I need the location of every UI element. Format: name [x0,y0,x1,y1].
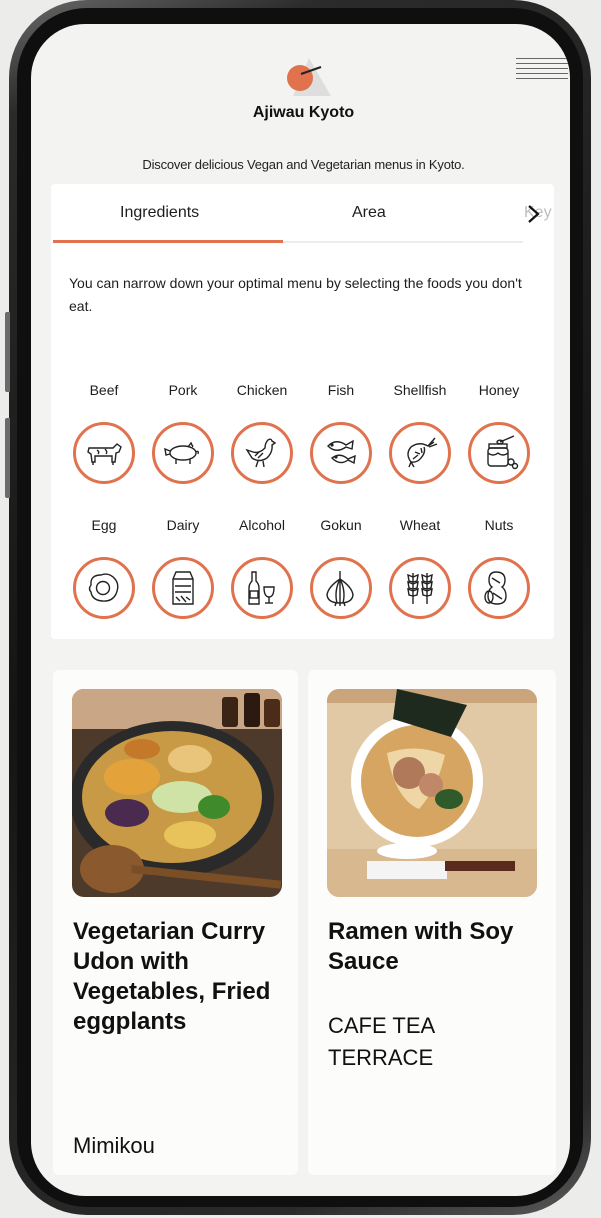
app-logo-icon [287,58,331,96]
filter-toggle[interactable] [231,557,293,619]
tab-bar: Ingredients Area Key [51,184,554,244]
filter-toggle[interactable] [152,557,214,619]
filter-label: Honey [478,382,520,398]
filter-fish[interactable]: Fish [304,382,378,502]
tab-ingredients[interactable]: Ingredients [120,204,199,222]
filter-toggle[interactable] [389,557,451,619]
filter-toggle[interactable] [468,557,530,619]
filter-label: Dairy [166,517,200,533]
wheat-icon [407,573,433,604]
restaurant-name: Mimikou [73,1133,155,1158]
filter-alcohol[interactable]: Alcohol [225,517,299,637]
volume-up-button [5,312,10,392]
filter-dairy[interactable]: Dairy [146,517,220,637]
filter-label: Egg [91,517,117,533]
filter-beef[interactable]: Beef [67,382,141,502]
restaurant-name: CAFE TEA TERRACE [328,1013,434,1070]
filter-label: Wheat [399,517,441,533]
filter-label: Pork [168,382,198,398]
filter-label: Alcohol [239,517,285,533]
filter-label: Gokun [320,517,362,533]
menu-card-ramen[interactable]: Ramen with Soy Sauce CAFE TEA TERRACE [308,670,556,1175]
filter-label: Shellfish [393,382,447,398]
cow-icon [87,443,122,465]
filter-toggle[interactable] [73,422,135,484]
menu-title: Ramen with Soy Sauce [328,918,514,975]
tab-active-indicator [53,240,283,243]
app-screen: Ajiwau Kyoto Discover delicious Vegan an… [31,24,570,1196]
filter-nuts[interactable]: Nuts [462,517,536,637]
tab-area[interactable]: Area [352,204,386,222]
tagline: Discover delicious Vegan and Vegetarian … [142,157,465,172]
filter-honey[interactable]: Honey [462,382,536,502]
filter-panel: Ingredients Area Key You can narrow down… [51,184,554,639]
hamburger-menu-icon[interactable] [516,58,568,88]
filter-toggle[interactable] [73,557,135,619]
filter-toggle[interactable] [310,422,372,484]
fried-egg-icon [88,573,119,602]
filter-toggle[interactable] [310,557,372,619]
filter-description: You can narrow down your optimal menu by… [69,275,522,314]
filter-label: Nuts [484,517,514,533]
filter-label: Beef [89,382,119,398]
filter-toggle[interactable] [152,422,214,484]
honey-jar-icon [487,435,519,470]
menu-card-curry-udon[interactable]: Vegetarian Curry Udon with Vegetables, F… [53,670,298,1175]
filter-egg[interactable]: Egg [67,517,141,637]
pig-icon [164,441,199,464]
filter-gokun[interactable]: Gokun [304,517,378,637]
curry-udon-photo [72,689,282,897]
filter-toggle[interactable] [468,422,530,484]
filter-toggle[interactable] [231,422,293,484]
filter-chicken[interactable]: Chicken [225,382,299,502]
filter-label: Chicken [236,382,288,398]
garlic-icon [326,571,354,607]
chicken-icon [245,438,277,468]
filter-toggle[interactable] [389,422,451,484]
ramen-photo [327,689,537,897]
filter-label: Fish [327,382,355,398]
peanut-icon [484,571,507,605]
filter-wheat[interactable]: Wheat [383,517,457,637]
filter-pork[interactable]: Pork [146,382,220,502]
wine-bottle-icon [248,571,275,605]
volume-down-button [5,418,10,498]
chevron-right-icon[interactable] [521,202,545,226]
menu-title: Vegetarian Curry Udon with Vegetables, F… [73,918,271,1035]
filter-shellfish[interactable]: Shellfish [383,382,457,502]
shrimp-icon [407,437,438,468]
app-title: Ajiwau Kyoto [252,104,355,121]
milk-carton-icon [172,571,194,605]
fish-icon [327,439,356,465]
